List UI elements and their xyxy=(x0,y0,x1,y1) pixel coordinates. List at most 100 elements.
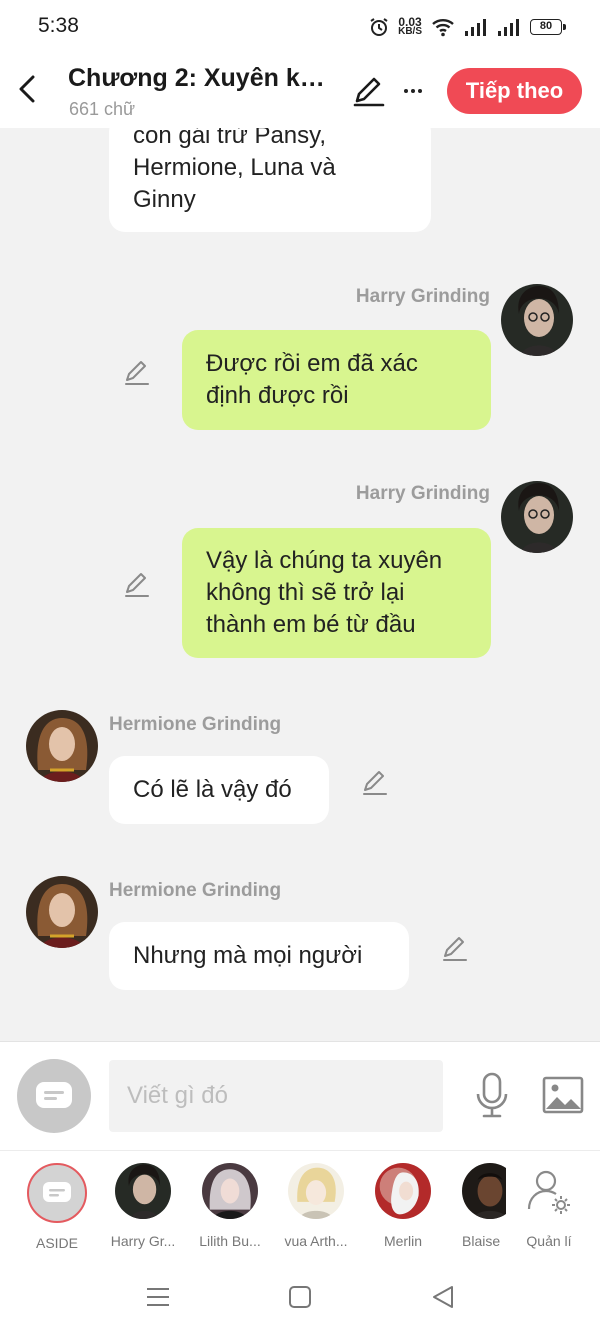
avatar xyxy=(115,1163,171,1219)
voice-input-button[interactable] xyxy=(474,1072,510,1118)
avatar-hermione-image xyxy=(26,710,98,782)
battery-indicator: 80 xyxy=(530,19,566,35)
message-line: con gái trừ Pansy, xyxy=(133,128,327,149)
home-square-icon xyxy=(289,1286,311,1308)
status-time: 5:38 xyxy=(38,14,79,37)
avatar-hermione-image xyxy=(26,876,98,948)
avatar xyxy=(288,1163,344,1219)
sender-name: Hermione Grinding xyxy=(109,880,282,901)
sender-name: Harry Grinding xyxy=(355,286,490,307)
triangle-back-icon xyxy=(433,1286,453,1308)
more-icon-dot xyxy=(418,89,422,93)
chat-bubble-icon xyxy=(36,1082,72,1108)
message-line: Hermione, Luna và xyxy=(133,154,336,181)
pencil-icon xyxy=(353,77,385,107)
chapter-title: Chương 2: Xuyên khô... xyxy=(68,64,330,92)
message-line: định được rồi xyxy=(206,382,349,409)
aside-avatar xyxy=(27,1163,87,1223)
message-line: Ginny xyxy=(133,186,196,213)
avatar-merlin-image xyxy=(375,1163,431,1219)
app-header: Chương 2: Xuyên khô... 661 chữ Tiếp theo xyxy=(0,52,600,128)
manage-icon-wrap xyxy=(521,1163,577,1219)
character-merlin[interactable]: Merlin xyxy=(360,1163,446,1249)
system-nav-bar xyxy=(0,1260,600,1333)
net-speed-unit: KB/S xyxy=(398,26,422,37)
avatar-blaise-image xyxy=(462,1163,506,1219)
character-label: Blaise xyxy=(462,1233,501,1249)
more-icon-dot xyxy=(411,89,415,93)
message-input[interactable] xyxy=(109,1060,443,1132)
edit-message-button[interactable] xyxy=(441,934,469,962)
chat-area[interactable]: con gái trừ Pansy, Hermione, Luna và Gin… xyxy=(0,128,600,1040)
character-aside[interactable]: ASIDE xyxy=(14,1163,100,1251)
message-bubble[interactable]: con gái trừ Pansy, Hermione, Luna và Gin… xyxy=(109,128,431,232)
avatar xyxy=(202,1163,258,1219)
aside-toggle-button[interactable] xyxy=(17,1059,91,1133)
character-arthur[interactable]: vua Arth... xyxy=(273,1163,359,1249)
net-speed: 0.03 KB/S xyxy=(398,16,422,37)
image-icon xyxy=(542,1076,584,1114)
character-label: Quản lí xyxy=(526,1233,572,1249)
menu-icon xyxy=(147,1288,169,1306)
pencil-icon xyxy=(363,771,387,795)
avatar xyxy=(462,1163,506,1219)
avatar-harry-image xyxy=(501,284,573,356)
edit-message-button[interactable] xyxy=(123,570,151,598)
character-label: ASIDE xyxy=(35,1235,78,1251)
character-label: vua Arth... xyxy=(284,1233,348,1249)
microphone-icon xyxy=(476,1072,508,1118)
message-line: thành em bé từ đầu xyxy=(206,611,416,638)
edit-message-button[interactable] xyxy=(123,358,151,386)
avatar-hermione[interactable] xyxy=(26,710,98,782)
message-bubble[interactable]: Nhưng mà mọi người xyxy=(109,922,409,990)
manage-characters-button[interactable]: Quản lí xyxy=(506,1163,592,1249)
avatar-harry-image xyxy=(115,1163,171,1219)
pencil-icon xyxy=(125,573,149,597)
pencil-icon xyxy=(125,361,149,385)
message-line: Được rồi em đã xác xyxy=(206,350,418,377)
user-settings-icon xyxy=(527,1170,570,1214)
avatar-lilith-image xyxy=(202,1163,258,1219)
status-bar: 5:38 0.03 KB/S 80 xyxy=(0,0,600,52)
signal-icon-2 xyxy=(498,19,519,36)
character-label: Merlin xyxy=(383,1233,423,1249)
chat-bubble-icon xyxy=(43,1182,71,1202)
message-line: Vậy là chúng ta xuyên xyxy=(206,547,443,574)
input-bar xyxy=(0,1041,600,1150)
home-button[interactable] xyxy=(285,1282,315,1312)
message-bubble[interactable]: Có lẽ là vậy đó xyxy=(109,756,329,824)
character-strip: ASIDE Harry Gr... Lilith Bu... vua Arth.… xyxy=(0,1150,600,1260)
pencil-icon xyxy=(443,937,467,961)
message-bubble[interactable]: Vậy là chúng ta xuyên không thì sẽ trở l… xyxy=(182,528,491,658)
avatar-harry[interactable] xyxy=(501,284,573,356)
edit-message-button[interactable] xyxy=(361,768,389,796)
character-label: Harry Gr... xyxy=(110,1233,176,1249)
edit-chapter-button[interactable] xyxy=(352,74,386,108)
avatar-harry-image xyxy=(501,481,573,553)
message-line: Nhưng mà mọi người xyxy=(133,942,363,969)
signal-icon xyxy=(465,19,486,36)
character-lilith[interactable]: Lilith Bu... xyxy=(187,1163,273,1249)
message-bubble[interactable]: Được rồi em đã xác định được rồi xyxy=(182,330,491,430)
message-line: không thì sẽ trở lại xyxy=(206,579,405,606)
character-harry[interactable]: Harry Gr... xyxy=(100,1163,186,1249)
wifi-icon xyxy=(432,19,454,37)
next-chapter-button[interactable]: Tiếp theo xyxy=(447,68,582,114)
character-blaise[interactable]: Blaise xyxy=(446,1163,506,1249)
insert-image-button[interactable] xyxy=(542,1076,584,1114)
avatar-harry[interactable] xyxy=(501,481,573,553)
menu-button[interactable] xyxy=(143,1282,173,1312)
sender-name: Hermione Grinding xyxy=(109,714,282,735)
avatar-hermione[interactable] xyxy=(26,876,98,948)
message-line: Có lẽ là vậy đó xyxy=(133,776,292,803)
sender-name: Harry Grinding xyxy=(355,483,490,504)
more-icon xyxy=(404,89,408,93)
status-icons: 0.03 KB/S 80 xyxy=(369,14,566,40)
character-label: Lilith Bu... xyxy=(199,1233,261,1249)
word-count: 661 chữ xyxy=(69,99,136,119)
more-button[interactable] xyxy=(398,74,428,108)
avatar xyxy=(375,1163,431,1219)
system-back-button[interactable] xyxy=(428,1282,458,1312)
back-button[interactable] xyxy=(12,72,42,106)
avatar-arthur-image xyxy=(288,1163,344,1219)
